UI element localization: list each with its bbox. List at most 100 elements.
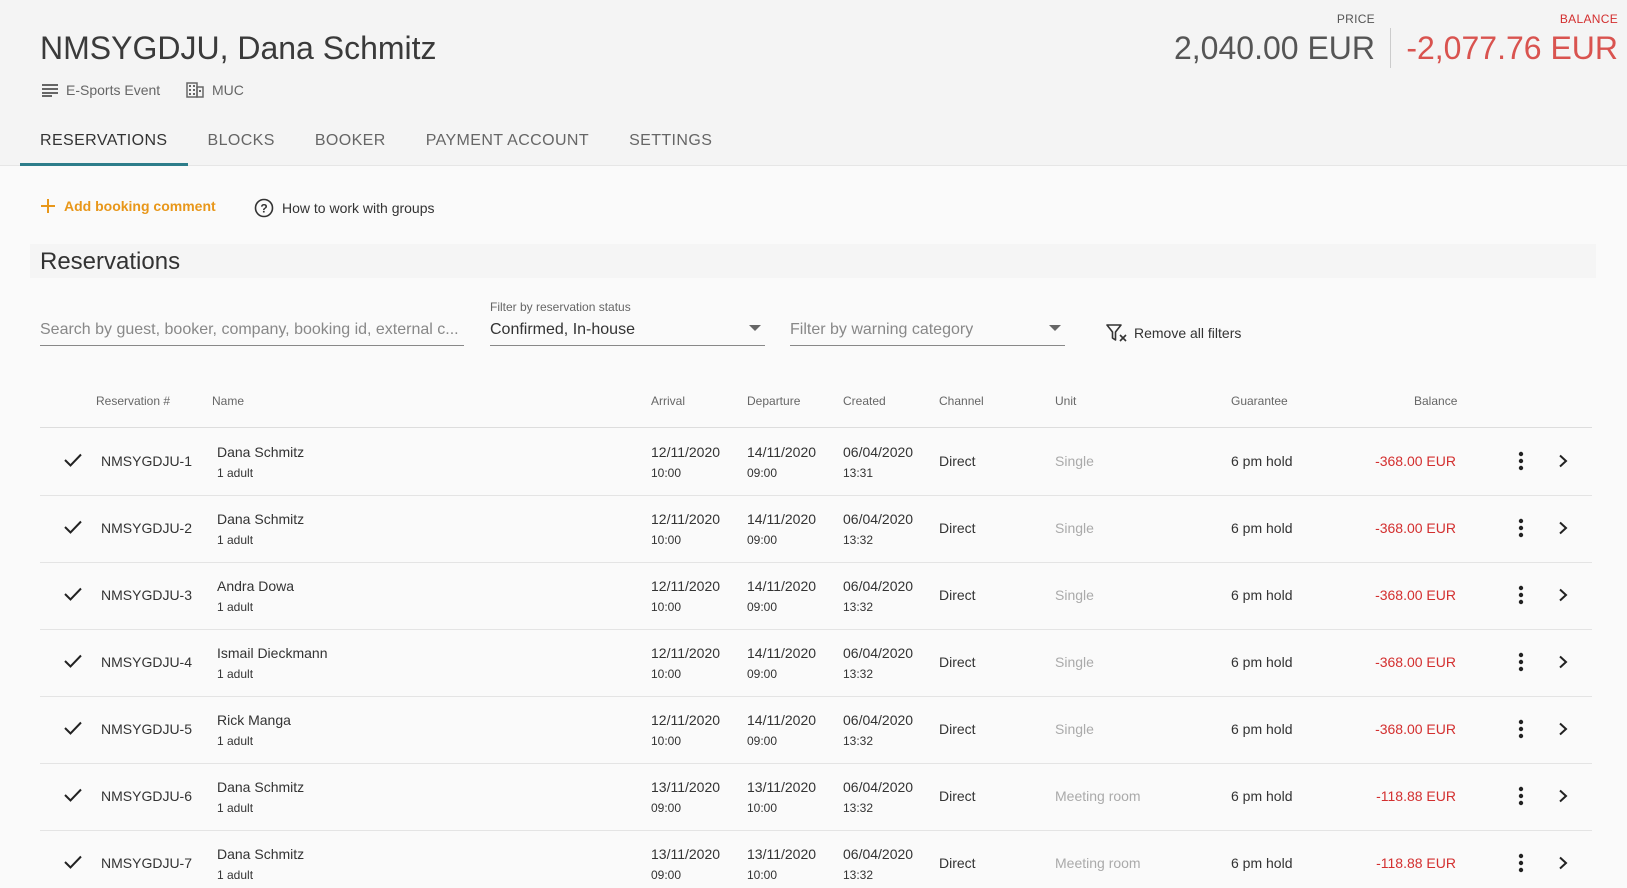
more-vert-icon[interactable]	[1518, 451, 1524, 471]
how-to-groups-link[interactable]: ? How to work with groups	[254, 198, 435, 218]
reservation-id[interactable]: NMSYGDJU-1	[101, 453, 192, 469]
guest-name-cell: Dana Schmitz 1 adult	[217, 846, 304, 882]
remove-all-filters-button[interactable]: Remove all filters	[1106, 323, 1241, 343]
departure-cell: 14/11/2020 09:00	[747, 511, 816, 547]
price-value: 2,040.00 EUR	[1173, 30, 1375, 66]
table-row[interactable]: NMSYGDJU-3 Andra Dowa 1 adult 12/11/2020 10:…	[40, 563, 1592, 630]
more-vert-icon[interactable]	[1518, 719, 1524, 739]
arrival-time: 10:00	[651, 667, 682, 681]
more-vert-icon[interactable]	[1518, 652, 1524, 672]
col-reservation[interactable]: Reservation #	[96, 394, 170, 408]
guest-count: 1 adult	[217, 466, 254, 480]
guest-name-cell: Dana Schmitz 1 adult	[217, 779, 304, 815]
departure-time: 09:00	[747, 734, 778, 748]
guest-name-cell: Dana Schmitz 1 adult	[217, 444, 304, 480]
departure-date: 13/11/2020	[747, 846, 817, 862]
col-guarantee[interactable]: Guarantee	[1231, 394, 1288, 408]
chevron-right-icon[interactable]	[1558, 521, 1568, 535]
table-row[interactable]: NMSYGDJU-2 Dana Schmitz 1 adult 12/11/2020 1…	[40, 496, 1592, 563]
more-vert-icon[interactable]	[1518, 786, 1524, 806]
row-balance: -368.00 EUR	[1375, 587, 1456, 603]
created-cell: 06/04/2020 13:32	[843, 511, 913, 547]
arrival-time: 09:00	[651, 801, 682, 815]
departure-cell: 13/11/2020 10:00	[747, 779, 816, 815]
how-to-groups-label: How to work with groups	[282, 200, 435, 216]
tab-payment-account[interactable]: PAYMENT ACCOUNT	[406, 120, 609, 166]
col-departure[interactable]: Departure	[747, 394, 800, 408]
table-row[interactable]: NMSYGDJU-6 Dana Schmitz 1 adult 13/11/2020 0…	[40, 764, 1592, 831]
unit: Meeting room	[1055, 855, 1141, 871]
summary-divider	[1390, 28, 1391, 68]
departure-date: 14/11/2020	[747, 578, 817, 594]
guest-name-cell: Rick Manga 1 adult	[217, 712, 291, 748]
status-filter-select[interactable]: Filter by reservation status Confirmed, …	[490, 300, 765, 346]
col-unit[interactable]: Unit	[1055, 394, 1076, 408]
created-time: 13:32	[843, 868, 874, 882]
departure-time: 09:00	[747, 466, 778, 480]
chevron-right-icon[interactable]	[1558, 789, 1568, 803]
created-time: 13:32	[843, 734, 874, 748]
tab-blocks[interactable]: BLOCKS	[188, 120, 295, 166]
departure-cell: 13/11/2020 10:00	[747, 846, 816, 882]
created-date: 06/04/2020	[843, 578, 914, 594]
svg-text:?: ?	[260, 202, 267, 216]
add-booking-comment-button[interactable]: Add booking comment	[40, 198, 216, 214]
col-arrival[interactable]: Arrival	[651, 394, 685, 408]
guest-name: Rick Manga	[217, 712, 291, 728]
created-time: 13:31	[843, 466, 874, 480]
table-row[interactable]: NMSYGDJU-4 Ismail Dieckmann 1 adult 12/11/2…	[40, 630, 1592, 697]
departure-date: 14/11/2020	[747, 645, 817, 661]
guest-name: Ismail Dieckmann	[217, 645, 328, 661]
table-row[interactable]: NMSYGDJU-5 Rick Manga 1 adult 12/11/2020 10:…	[40, 697, 1592, 764]
chevron-right-icon[interactable]	[1558, 454, 1568, 468]
row-balance: -368.00 EUR	[1375, 520, 1456, 536]
reservation-id[interactable]: NMSYGDJU-5	[101, 721, 192, 737]
created-date: 06/04/2020	[843, 712, 914, 728]
chevron-right-icon[interactable]	[1558, 856, 1568, 870]
tab-booker[interactable]: BOOKER	[295, 120, 406, 166]
warning-filter-select[interactable]: Filter by warning category	[790, 300, 1065, 346]
unit: Single	[1055, 587, 1094, 603]
guest-name: Dana Schmitz	[217, 511, 305, 527]
col-name[interactable]: Name	[212, 394, 244, 408]
check-icon	[64, 453, 82, 467]
guarantee: 6 pm hold	[1231, 520, 1293, 536]
chevron-right-icon[interactable]	[1558, 655, 1568, 669]
departure-time: 10:00	[747, 868, 778, 882]
departure-date: 13/11/2020	[747, 779, 817, 795]
search-input[interactable]	[40, 321, 464, 339]
arrival-cell: 12/11/2020 10:00	[651, 578, 720, 614]
plus-icon	[41, 199, 55, 213]
guest-count: 1 adult	[217, 801, 254, 815]
check-icon	[64, 855, 82, 869]
created-date: 06/04/2020	[843, 779, 914, 795]
search-field[interactable]	[40, 300, 464, 346]
guest-count: 1 adult	[217, 734, 254, 748]
balance-value: -2,077.76 EUR	[1406, 30, 1618, 66]
reservation-id[interactable]: NMSYGDJU-6	[101, 788, 192, 804]
reservation-id[interactable]: NMSYGDJU-7	[101, 855, 192, 871]
more-vert-icon[interactable]	[1518, 853, 1524, 873]
departure-time: 09:00	[747, 600, 778, 614]
channel: Direct	[939, 855, 976, 871]
chevron-right-icon[interactable]	[1558, 722, 1568, 736]
col-created[interactable]: Created	[843, 394, 886, 408]
reservation-id[interactable]: NMSYGDJU-3	[101, 587, 192, 603]
row-balance: -368.00 EUR	[1375, 453, 1456, 469]
more-vert-icon[interactable]	[1518, 518, 1524, 538]
guest-count: 1 adult	[217, 667, 254, 681]
add-booking-comment-label: Add booking comment	[64, 198, 216, 214]
guest-name: Dana Schmitz	[217, 444, 305, 460]
col-channel[interactable]: Channel	[939, 394, 984, 408]
guest-name-cell: Ismail Dieckmann 1 adult	[217, 645, 327, 681]
table-row[interactable]: NMSYGDJU-7 Dana Schmitz 1 adult 13/11/2020 0…	[40, 831, 1592, 888]
reservation-id[interactable]: NMSYGDJU-2	[101, 520, 192, 536]
tab-reservations[interactable]: RESERVATIONS	[20, 120, 188, 166]
tab-settings[interactable]: SETTINGS	[609, 120, 732, 166]
table-row[interactable]: NMSYGDJU-1 Dana Schmitz 1 adult 12/11/2020 1…	[40, 429, 1592, 496]
more-vert-icon[interactable]	[1518, 585, 1524, 605]
chevron-right-icon[interactable]	[1558, 588, 1568, 602]
reservation-id[interactable]: NMSYGDJU-4	[101, 654, 192, 670]
channel: Direct	[939, 453, 976, 469]
col-balance[interactable]: Balance	[1414, 394, 1457, 408]
